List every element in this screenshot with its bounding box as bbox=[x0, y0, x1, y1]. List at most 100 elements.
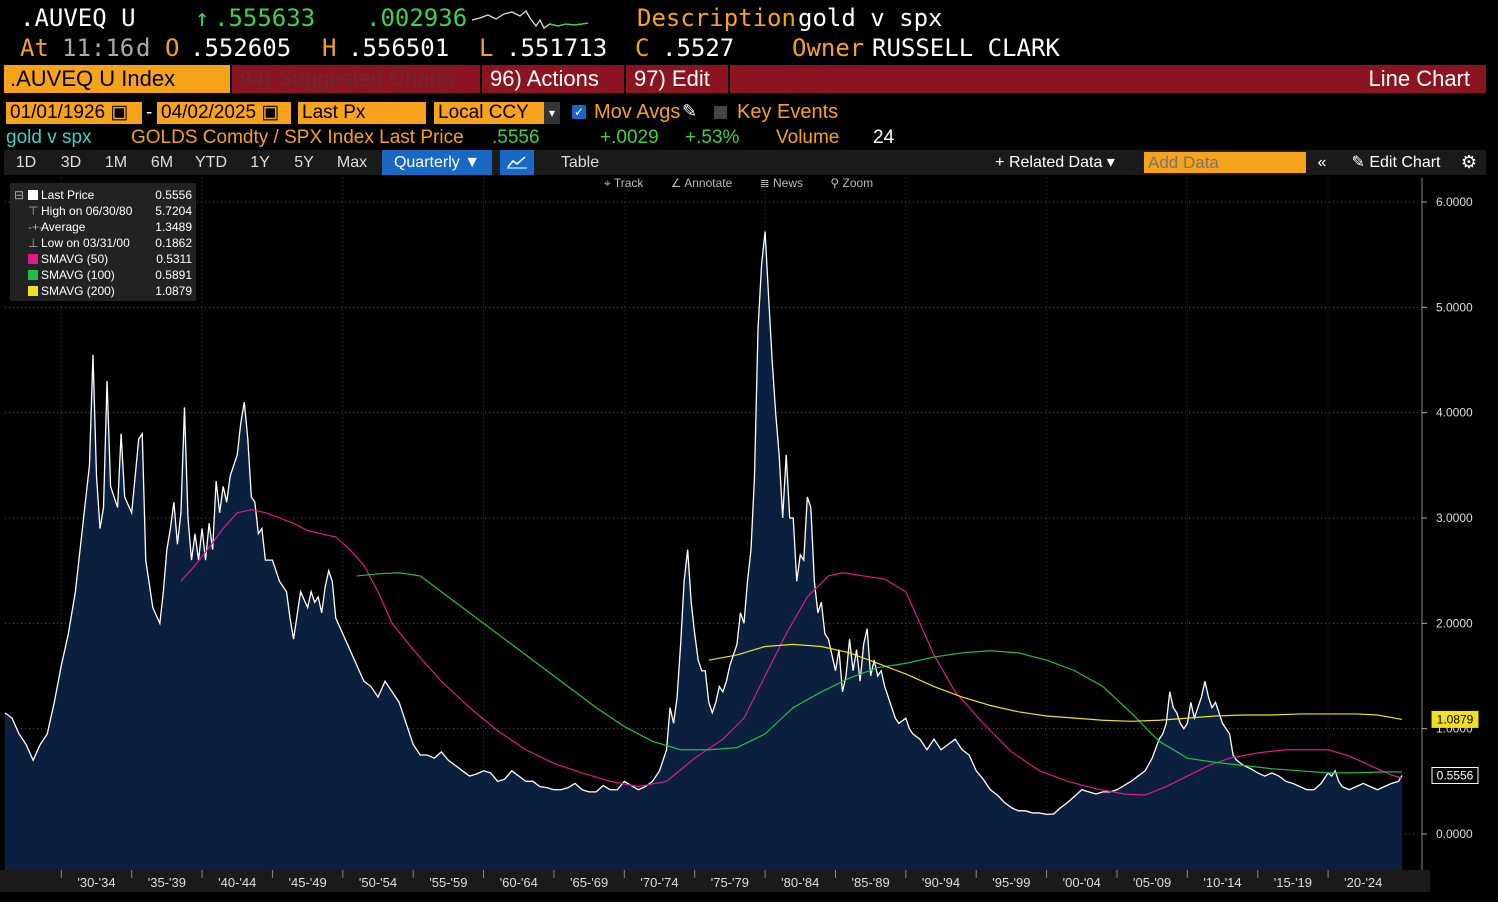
table-button[interactable]: Table bbox=[544, 150, 616, 175]
menu-divider bbox=[230, 65, 232, 93]
legend-row: ⊤ High on 06/30/80 5.7204 bbox=[14, 203, 192, 219]
x-tick-label: '40-'44 bbox=[218, 875, 256, 890]
series-change: +.0029 bbox=[600, 127, 659, 148]
period-1m[interactable]: 1M bbox=[96, 150, 136, 175]
series-pct-change: +.53% bbox=[685, 127, 740, 148]
chart-toolbar: 1D 3D 1M 6M YTD 1Y 5Y Max Quarterly ▼ Ta… bbox=[4, 150, 1486, 175]
end-date-field[interactable]: 04/02/2025 ▣ bbox=[157, 102, 291, 124]
calendar-icon[interactable]: ▣ bbox=[110, 102, 128, 123]
x-tick-label: '70-'74 bbox=[640, 875, 678, 890]
currency-value: Local CCY bbox=[438, 102, 529, 123]
start-date-field[interactable]: 01/01/1926 ▣ bbox=[6, 102, 142, 124]
legend-label: SMAVG (200) bbox=[41, 284, 115, 298]
line-chart[interactable]: 6.00005.00004.00003.00002.00001.00000.00… bbox=[0, 178, 1498, 902]
volume-label: Volume bbox=[776, 127, 840, 148]
actions-menu[interactable]: 96) Actions bbox=[484, 65, 624, 93]
owner-label: Owner bbox=[792, 34, 865, 62]
low-value: .551713 bbox=[506, 34, 608, 62]
up-arrow-icon: ↑ bbox=[195, 4, 210, 32]
field-select[interactable]: Last Px bbox=[298, 102, 426, 124]
price-area bbox=[5, 231, 1402, 871]
last-price: .555633 bbox=[214, 4, 316, 32]
legend-label: SMAVG (100) bbox=[41, 268, 115, 282]
pencil-icon[interactable]: ✎ bbox=[682, 101, 697, 122]
menu-divider bbox=[624, 65, 626, 93]
legend-value: 1.3489 bbox=[155, 220, 192, 234]
y-tick-label: 2.0000 bbox=[1436, 616, 1473, 630]
dropdown-arrow-icon: ▾ bbox=[544, 102, 560, 124]
legend-swatch bbox=[28, 286, 38, 296]
key-events-checkbox[interactable] bbox=[714, 106, 727, 119]
currency-select[interactable]: Local CCY ▾ bbox=[434, 102, 560, 124]
index-field[interactable]: .AUVEQ U Index bbox=[4, 65, 230, 93]
y-tick-label: 4.0000 bbox=[1436, 406, 1473, 420]
legend-label: High on 06/30/80 bbox=[41, 204, 133, 218]
menu-divider bbox=[728, 65, 730, 93]
mov-avgs-label: Mov Avgs bbox=[594, 101, 681, 123]
suggested-charts-menu[interactable]: 94) Suggested Charts bbox=[234, 65, 480, 93]
volume-value: 24 bbox=[873, 127, 895, 148]
high-label: H bbox=[322, 34, 337, 62]
y-tick-label: 5.0000 bbox=[1436, 300, 1473, 314]
legend-label: Last Price bbox=[41, 188, 95, 202]
legend-value: 5.7204 bbox=[155, 204, 192, 218]
period-3d[interactable]: 3D bbox=[52, 150, 90, 175]
period-1y[interactable]: 1Y bbox=[240, 150, 280, 175]
gear-icon[interactable]: ⚙ bbox=[1456, 150, 1482, 175]
function-bar: .AUVEQ U Index 94) Suggested Charts 96) … bbox=[4, 65, 1486, 93]
x-tick-label: '95-'99 bbox=[992, 875, 1030, 890]
y-tick-label: 3.0000 bbox=[1436, 511, 1473, 525]
x-tick-label: '50-'54 bbox=[359, 875, 397, 890]
legend-row: ⊥ Low on 03/31/00 0.1862 bbox=[14, 235, 192, 251]
y-tick-label: 6.0000 bbox=[1436, 195, 1473, 209]
x-tick-label: '90-'94 bbox=[922, 875, 960, 890]
edit-menu[interactable]: 97) Edit bbox=[628, 65, 728, 93]
x-tick-label: '45-'49 bbox=[289, 875, 327, 890]
price-tag-label: 0.5556 bbox=[1437, 768, 1474, 782]
owner-value: RUSSELL CLARK bbox=[872, 34, 1060, 62]
quote-time: 11:16 bbox=[62, 34, 135, 62]
collapse-chevrons-icon[interactable]: « bbox=[1310, 150, 1334, 175]
x-tick-label: '15-'19 bbox=[1274, 875, 1312, 890]
x-tick-label: '80-'84 bbox=[781, 875, 819, 890]
end-date-value: 04/02/2025 bbox=[161, 102, 257, 123]
legend-row: SMAVG (100) 0.5891 bbox=[14, 267, 192, 283]
legend-swatch bbox=[28, 190, 38, 200]
low-label: L bbox=[479, 34, 494, 62]
legend-row: -+- Average 1.3489 bbox=[14, 219, 192, 235]
start-date-value: 01/01/1926 bbox=[10, 102, 106, 123]
y-tick-label: 0.0000 bbox=[1436, 827, 1473, 841]
at-label: At bbox=[20, 34, 49, 62]
series-name: gold v spx bbox=[6, 127, 92, 148]
frequency-select[interactable]: Quarterly ▼ bbox=[382, 150, 492, 175]
chart-type-label: Line Chart bbox=[1368, 66, 1470, 91]
legend-label: Low on 03/31/00 bbox=[41, 236, 130, 250]
legend-label: Average bbox=[41, 220, 86, 234]
price-tag-label: 1.0879 bbox=[1437, 712, 1474, 726]
description-value: gold v spx bbox=[798, 4, 943, 32]
period-max[interactable]: Max bbox=[330, 150, 374, 175]
x-tick-label: '00-'04 bbox=[1063, 875, 1101, 890]
collapse-icon[interactable]: ⊟ bbox=[14, 187, 24, 203]
line-chart-icon[interactable] bbox=[500, 150, 534, 175]
open-value: .552605 bbox=[190, 34, 292, 62]
period-5y[interactable]: 5Y bbox=[284, 150, 324, 175]
description-label: Description bbox=[637, 4, 796, 32]
period-6m[interactable]: 6M bbox=[142, 150, 182, 175]
related-data-button[interactable]: + Related Data ▾ bbox=[976, 150, 1134, 175]
period-1d[interactable]: 1D bbox=[8, 150, 44, 175]
add-data-input[interactable] bbox=[1144, 152, 1306, 173]
calendar-icon[interactable]: ▣ bbox=[261, 102, 279, 123]
x-tick-label: '55-'59 bbox=[429, 875, 467, 890]
period-ytd[interactable]: YTD bbox=[188, 150, 234, 175]
series-value: .5556 bbox=[492, 127, 540, 148]
chart-legend: ⊟ Last Price 0.5556 ⊤ High on 06/30/80 5.720… bbox=[10, 183, 196, 301]
key-events-label: Key Events bbox=[737, 101, 839, 123]
mov-avgs-checkbox[interactable]: ✓ bbox=[572, 105, 586, 119]
edit-chart-button[interactable]: ✎ Edit Chart bbox=[1340, 150, 1452, 175]
sparkline bbox=[471, 10, 589, 29]
series-formula: GOLDS Comdty / SPX Index Last Price bbox=[131, 127, 464, 148]
legend-row: ⊟ Last Price 0.5556 bbox=[14, 187, 192, 203]
x-tick-label: '65-'69 bbox=[570, 875, 608, 890]
low-marker-icon: ⊥ bbox=[28, 236, 39, 250]
